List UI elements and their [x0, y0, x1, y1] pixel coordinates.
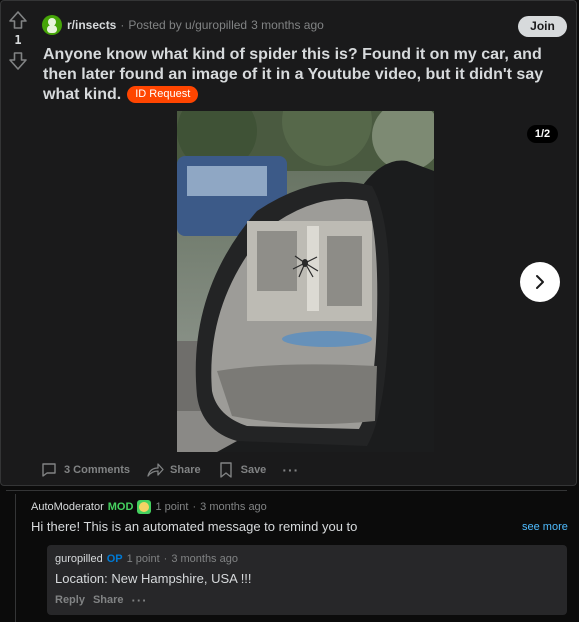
- comment-points: 1 point: [155, 501, 189, 513]
- spider-on-car-mirror-image: [177, 111, 434, 452]
- share-button[interactable]: Share: [146, 458, 201, 482]
- reply-body: Location: New Hampshire, USA !!!: [55, 571, 252, 586]
- mod-emoji-icon: [137, 500, 152, 514]
- bookmark-icon: [219, 462, 232, 478]
- post-age: 3 months ago: [251, 18, 324, 32]
- subreddit-avatar-icon[interactable]: [42, 15, 62, 35]
- comments-button[interactable]: 3 Comments: [40, 458, 130, 482]
- see-more-link[interactable]: see more: [522, 521, 568, 533]
- reply-more-button[interactable]: ···: [132, 593, 148, 608]
- reply-share-button[interactable]: Share: [93, 594, 124, 606]
- comment-age[interactable]: 3 months ago: [200, 501, 267, 513]
- image-counter: 1/2: [527, 125, 558, 143]
- comments-divider: [6, 490, 567, 491]
- join-button[interactable]: Join: [518, 16, 567, 37]
- post-title[interactable]: Anyone know what kind of spider this is?…: [43, 45, 563, 105]
- meta-separator: ·: [192, 501, 197, 513]
- downvote-icon[interactable]: [8, 51, 28, 71]
- comment-icon: [42, 463, 56, 477]
- reply-points: 1 point: [126, 553, 160, 565]
- chevron-right-icon: [536, 275, 544, 289]
- comment-author[interactable]: AutoModerator: [31, 501, 104, 513]
- comment-thread-line[interactable]: [15, 494, 16, 622]
- save-label: Save: [240, 464, 267, 476]
- share-label: Share: [170, 464, 201, 476]
- reply-author[interactable]: guropilled: [55, 553, 103, 565]
- reply-meta: guropilled OP 1 point · 3 months ago: [55, 552, 238, 566]
- upvote-icon[interactable]: [8, 10, 28, 30]
- meta-separator: ·: [120, 18, 125, 32]
- posted-by[interactable]: Posted by u/guropilled: [128, 18, 247, 32]
- post-title-text: Anyone know what kind of spider this is?…: [43, 46, 544, 103]
- subreddit-link[interactable]: r/insects: [67, 18, 116, 32]
- share-icon: [147, 463, 164, 477]
- post-image[interactable]: [177, 111, 434, 452]
- next-image-button[interactable]: [520, 262, 560, 302]
- post-meta: r/insects · Posted by u/guropilled 3 mon…: [42, 14, 324, 36]
- reply-actions: Reply Share ···: [55, 593, 156, 608]
- reply-age[interactable]: 3 months ago: [171, 553, 238, 565]
- save-button[interactable]: Save: [217, 458, 267, 482]
- comment-body: Hi there! This is an automated message t…: [31, 519, 358, 534]
- vote-count: 1: [14, 33, 22, 47]
- post-actions: 3 Comments Share Save ···: [40, 458, 315, 482]
- mod-badge: MOD: [107, 501, 134, 513]
- comments-label: 3 Comments: [64, 464, 131, 476]
- meta-separator: ·: [163, 553, 168, 565]
- op-badge: OP: [106, 553, 123, 565]
- comment-meta: AutoModerator MOD 1 point · 3 months ago: [31, 500, 267, 514]
- more-options-button[interactable]: ···: [282, 458, 299, 482]
- vote-column: 1: [0, 10, 36, 71]
- reply-button[interactable]: Reply: [55, 594, 85, 606]
- flair-badge[interactable]: ID Request: [127, 86, 199, 103]
